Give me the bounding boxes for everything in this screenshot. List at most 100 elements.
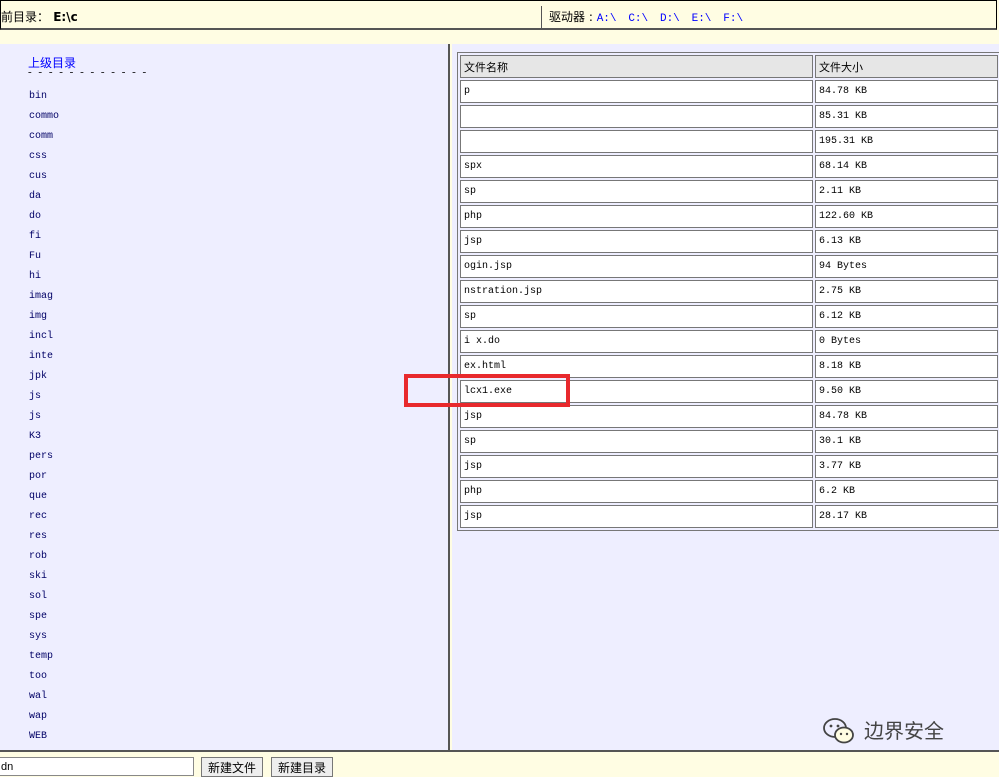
top-bar: 前目录： E:\c 驱动器 : A:\ C:\ D:\ E:\ F:\ (0, 0, 997, 30)
file-name-cell[interactable]: sp (460, 180, 813, 203)
file-name-cell[interactable] (460, 130, 813, 153)
directory-link[interactable]: spe (29, 611, 47, 622)
table-row: sp 6.12 KB (460, 305, 998, 328)
directory-link[interactable]: fi (29, 231, 41, 242)
directory-link[interactable]: do (29, 211, 41, 222)
table-row: p 84.78 KB (460, 80, 998, 103)
directory-link[interactable]: incl (29, 331, 53, 342)
file-name-cell[interactable]: sp (460, 305, 813, 328)
file-name-cell[interactable]: php (460, 480, 813, 503)
file-size-cell: 8.18 KB (815, 355, 998, 378)
directory-link[interactable]: hi (29, 271, 41, 282)
file-size-cell: 84.78 KB (815, 80, 998, 103)
drive-e-link[interactable]: E:\ (692, 13, 712, 25)
table-row: jsp 3.77 KB (460, 455, 998, 478)
highlight-box (404, 374, 570, 407)
directory-link[interactable]: imag (29, 291, 53, 302)
column-header-size: 文件大小 (815, 55, 998, 78)
list-item: spe (29, 607, 59, 627)
file-name-cell[interactable]: nstration.jsp (460, 280, 813, 303)
directory-link[interactable]: jpk (29, 371, 47, 382)
directory-link[interactable]: res (29, 531, 47, 542)
drive-f-link[interactable]: F:\ (723, 13, 743, 25)
directory-link[interactable]: temp (29, 651, 53, 662)
directory-link[interactable]: que (29, 491, 47, 502)
directory-link[interactable]: sol (29, 591, 47, 602)
directory-link[interactable]: pers (29, 451, 53, 462)
file-name-cell[interactable] (460, 105, 813, 128)
file-name-cell[interactable]: jsp (460, 230, 813, 253)
directory-link[interactable]: ski (29, 571, 47, 582)
list-item: pers (29, 447, 59, 467)
directory-panel: 上级目录 - - - - - - - - - - - - bin commo com… (0, 44, 450, 750)
list-item: js (29, 387, 59, 407)
file-size-cell: 30.1 KB (815, 430, 998, 453)
directory-link[interactable]: js (29, 411, 41, 422)
directory-link[interactable]: rob (29, 551, 47, 562)
table-row: jsp 6.13 KB (460, 230, 998, 253)
directory-link[interactable]: cus (29, 171, 47, 182)
drives-bar: 驱动器 : A:\ C:\ D:\ E:\ F:\ (549, 6, 751, 28)
file-name-cell[interactable]: jsp (460, 455, 813, 478)
list-item: comm (29, 127, 59, 147)
directory-link[interactable]: js (29, 391, 41, 402)
directory-link[interactable]: css (29, 151, 47, 162)
file-size-cell: 85.31 KB (815, 105, 998, 128)
directory-link[interactable]: too (29, 671, 47, 682)
directory-link[interactable]: WEB (29, 731, 47, 742)
list-item: por (29, 467, 59, 487)
list-item: do (29, 207, 59, 227)
file-name-cell[interactable]: spx (460, 155, 813, 178)
current-dir-value: E:\c (53, 10, 78, 24)
directory-link[interactable]: bin (29, 91, 47, 102)
new-file-button[interactable]: 新建文件 (201, 757, 264, 777)
table-row: i x.do 0 Bytes (460, 330, 998, 353)
file-name-cell[interactable]: i x.do (460, 330, 813, 353)
table-row: nstration.jsp 2.75 KB (460, 280, 998, 303)
directory-link[interactable]: Fu (29, 251, 41, 262)
list-item: temp (29, 647, 59, 667)
directory-link[interactable]: K3 (29, 431, 41, 442)
file-size-cell: 2.11 KB (815, 180, 998, 203)
directory-link[interactable]: por (29, 471, 47, 482)
name-input[interactable] (0, 757, 194, 776)
directory-link[interactable]: comm (29, 131, 53, 142)
list-item: rec (29, 507, 59, 527)
file-size-cell: 6.12 KB (815, 305, 998, 328)
table-row: ogin.jsp 94 Bytes (460, 255, 998, 278)
table-header-row: 文件名称 文件大小 (460, 55, 998, 78)
directory-link[interactable]: sys (29, 631, 47, 642)
column-header-name: 文件名称 (460, 55, 813, 78)
table-row: spx 68.14 KB (460, 155, 998, 178)
directory-link[interactable]: img (29, 311, 47, 322)
drive-d-link[interactable]: D:\ (660, 13, 680, 25)
new-directory-button[interactable]: 新建目录 (271, 757, 334, 777)
file-name-cell[interactable]: sp (460, 430, 813, 453)
file-size-cell: 0 Bytes (815, 330, 998, 353)
file-name-cell[interactable]: jsp (460, 505, 813, 528)
drive-a-link[interactable]: A:\ (597, 13, 617, 25)
file-name-cell[interactable]: p (460, 80, 813, 103)
drive-c-link[interactable]: C:\ (628, 13, 648, 25)
file-name-cell[interactable]: jsp (460, 405, 813, 428)
list-item: commo (29, 107, 59, 127)
directory-link[interactable]: commo (29, 111, 59, 122)
directory-link[interactable]: wap (29, 711, 47, 722)
file-size-cell: 68.14 KB (815, 155, 998, 178)
directory-link[interactable]: wal (29, 691, 47, 702)
file-size-cell: 94 Bytes (815, 255, 998, 278)
list-item: sol (29, 587, 59, 607)
table-row: sp 2.11 KB (460, 180, 998, 203)
directory-link[interactable]: inte (29, 351, 53, 362)
watermark: 边界安全 (822, 715, 944, 747)
list-item: too (29, 667, 59, 687)
divider: - - - - - - - - - - - - (28, 66, 149, 78)
file-name-cell[interactable]: ogin.jsp (460, 255, 813, 278)
directory-link[interactable]: rec (29, 511, 47, 522)
bottom-bar: 新建文件 新建目录 (0, 750, 999, 777)
file-size-cell: 2.75 KB (815, 280, 998, 303)
file-name-cell[interactable]: php (460, 205, 813, 228)
directory-link[interactable]: da (29, 191, 41, 202)
list-item: css (29, 147, 59, 167)
file-size-cell: 3.77 KB (815, 455, 998, 478)
